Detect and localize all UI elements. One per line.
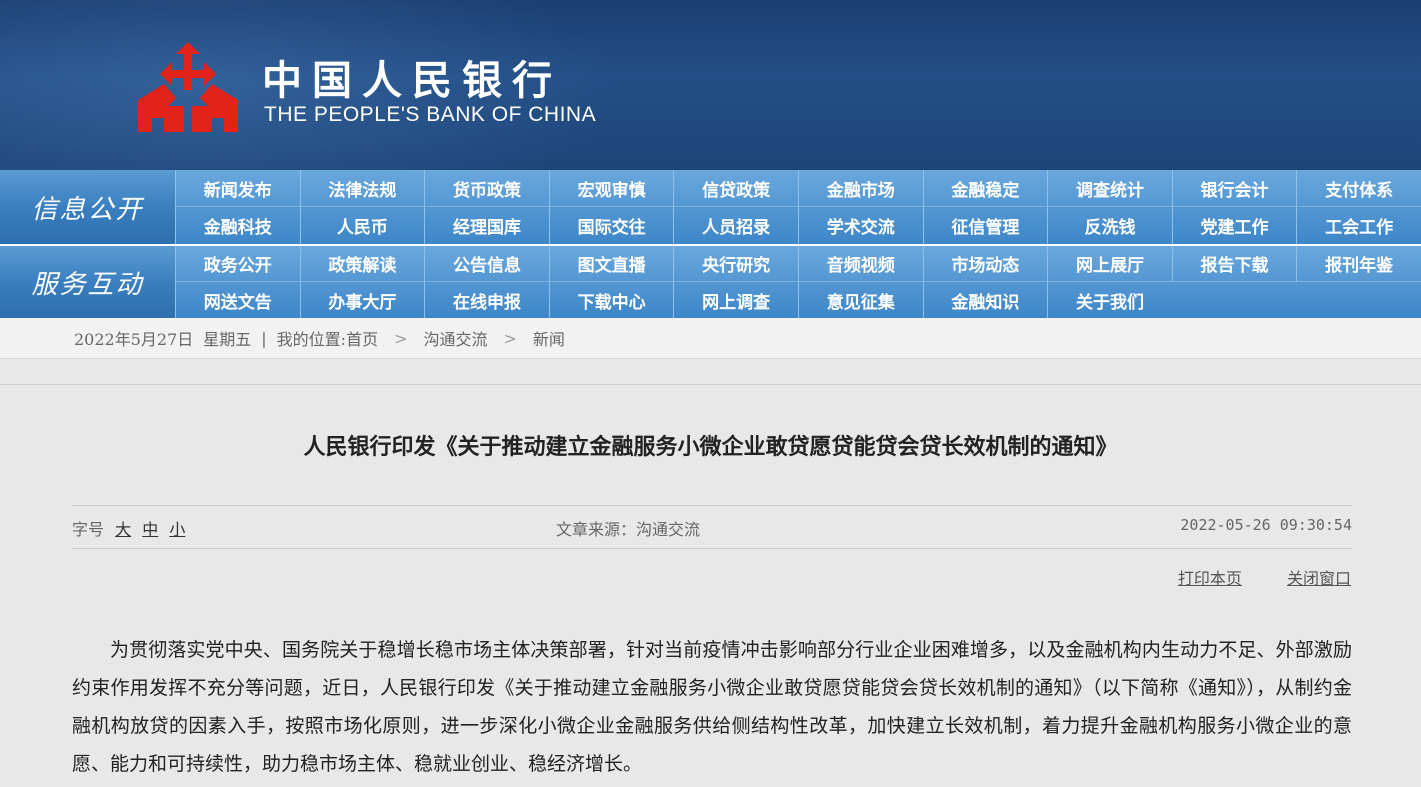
nav-item[interactable]: 网上展厅 bbox=[1047, 246, 1172, 282]
chevron-right-icon: > bbox=[394, 328, 408, 348]
nav-item[interactable]: 金融市场 bbox=[797, 170, 923, 207]
breadcrumb-link-news[interactable]: 新闻 bbox=[533, 326, 565, 350]
nav-item[interactable]: 支付体系 bbox=[1296, 170, 1421, 207]
nav-item[interactable]: 银行会计 bbox=[1171, 170, 1297, 207]
font-size-medium-link[interactable]: 中 bbox=[142, 520, 158, 539]
nav-item[interactable]: 政策解读 bbox=[299, 246, 425, 282]
nav-item[interactable]: 在线申报 bbox=[424, 282, 549, 318]
article-tools: 打印本页 关闭窗口 bbox=[1138, 565, 1351, 589]
breadcrumb-divider: | bbox=[261, 328, 267, 348]
breadcrumb: 2022年5月27日 星期五 | 我的位置:首页 > 沟通交流 > 新闻 bbox=[74, 318, 565, 358]
breadcrumb-link-communication[interactable]: 沟通交流 bbox=[423, 326, 487, 350]
nav-row: 网送文告 办事大厅 在线申报 下载中心 网上调查 意见征集 金融知识 关于我们 bbox=[175, 282, 1421, 318]
nav-item[interactable]: 工会工作 bbox=[1296, 207, 1421, 244]
article-datetime: 2022-05-26 09:30:54 bbox=[1180, 516, 1352, 534]
article-container: 人民银行印发《关于推动建立金融服务小微企业敢贷愿贷能贷会贷长效机制的通知》 字号… bbox=[0, 384, 1421, 787]
print-page-link[interactable]: 打印本页 bbox=[1178, 569, 1242, 588]
nav-grid-service: 政务公开 政策解读 公告信息 图文直播 央行研究 音频视频 市场动态 网上展厅 报告下载 报刊年鉴… bbox=[175, 246, 1421, 318]
nav-item[interactable]: 金融知识 bbox=[922, 282, 1048, 318]
font-size-small-link[interactable]: 小 bbox=[169, 520, 185, 539]
nav-item[interactable]: 公告信息 bbox=[424, 246, 549, 282]
current-date: 2022年5月27日 bbox=[74, 330, 194, 349]
chevron-right-icon: > bbox=[503, 328, 517, 348]
breadcrumb-home-link[interactable]: 我的位置:首页 bbox=[277, 326, 378, 350]
nav-info-disclosure: 信息公开 新闻发布 法律法规 货币政策 宏观审慎 信贷政策 金融市场 金融稳定 调查统计 银行会… bbox=[0, 170, 1421, 244]
nav-item[interactable]: 金融稳定 bbox=[922, 170, 1048, 207]
nav-item[interactable]: 意见征集 bbox=[797, 282, 923, 318]
logo-english-name: THE PEOPLE'S BANK OF CHINA bbox=[264, 103, 597, 126]
nav-item[interactable]: 图文直播 bbox=[548, 246, 674, 282]
nav-item[interactable]: 音频视频 bbox=[797, 246, 923, 282]
nav-item[interactable]: 网送文告 bbox=[175, 282, 300, 318]
nav-service-interaction: 服务互动 政务公开 政策解读 公告信息 图文直播 央行研究 音频视频 市场动态 网上展厅 报告下… bbox=[0, 244, 1421, 318]
nav-item[interactable]: 征信管理 bbox=[922, 207, 1048, 244]
article-meta-bar: 字号 大 中 小 文章来源：沟通交流 2022-05-26 09:30:54 bbox=[72, 505, 1352, 549]
nav-item[interactable]: 经理国库 bbox=[424, 207, 549, 244]
nav-item[interactable]: 学术交流 bbox=[797, 207, 923, 244]
nav-item[interactable]: 信贷政策 bbox=[673, 170, 798, 207]
nav-item[interactable]: 金融科技 bbox=[175, 207, 300, 244]
logo-chinese-name: 中国人民银行 bbox=[262, 58, 562, 104]
nav-item[interactable]: 宏观审慎 bbox=[548, 170, 674, 207]
font-size-large-link[interactable]: 大 bbox=[115, 520, 131, 539]
nav-item[interactable]: 报告下载 bbox=[1171, 246, 1297, 282]
article-title: 人民银行印发《关于推动建立金融服务小微企业敢贷愿贷能贷会贷长效机制的通知》 bbox=[303, 434, 1118, 460]
nav-section-label-info: 信息公开 bbox=[0, 170, 175, 244]
nav-row: 金融科技 人民币 经理国库 国际交往 人员招录 学术交流 征信管理 反洗钱 党建工作 工会工作 bbox=[175, 207, 1421, 244]
nav-row: 政务公开 政策解读 公告信息 图文直播 央行研究 音频视频 市场动态 网上展厅 报告下载 报刊年鉴 bbox=[175, 246, 1421, 282]
nav-item[interactable]: 央行研究 bbox=[673, 246, 798, 282]
font-size-controls: 字号 大 中 小 bbox=[72, 516, 185, 540]
nav-item[interactable]: 市场动态 bbox=[922, 246, 1048, 282]
nav-grid-info: 新闻发布 法律法规 货币政策 宏观审慎 信贷政策 金融市场 金融稳定 调查统计 银行会计 支付体系… bbox=[175, 170, 1421, 244]
nav-item[interactable]: 党建工作 bbox=[1171, 207, 1297, 244]
breadcrumb-bar: 2022年5月27日 星期五 | 我的位置:首页 > 沟通交流 > 新闻 bbox=[0, 318, 1421, 359]
current-weekday: 星期五 bbox=[203, 330, 252, 349]
nav-item[interactable]: 关于我们 bbox=[1047, 282, 1172, 318]
nav-item[interactable]: 调查统计 bbox=[1047, 170, 1172, 207]
site-header: 中国人民银行 THE PEOPLE'S BANK OF CHINA bbox=[0, 0, 1421, 170]
nav-row: 新闻发布 法律法规 货币政策 宏观审慎 信贷政策 金融市场 金融稳定 调查统计 银行会计 支付体系 bbox=[175, 170, 1421, 207]
nav-item[interactable]: 政务公开 bbox=[175, 246, 300, 282]
article-source: 文章来源：沟通交流 bbox=[556, 520, 701, 539]
font-size-label: 字号 bbox=[72, 520, 105, 539]
nav-item[interactable]: 国际交往 bbox=[548, 207, 674, 244]
nav-item[interactable]: 办事大厅 bbox=[299, 282, 425, 318]
nav-item[interactable]: 网上调查 bbox=[673, 282, 798, 318]
nav-item[interactable]: 下载中心 bbox=[548, 282, 674, 318]
pboc-logo-icon[interactable] bbox=[134, 40, 242, 136]
nav-item[interactable]: 人民币 bbox=[299, 207, 425, 244]
article-paragraph: 为贯彻落实党中央、国务院关于稳增长稳市场主体决策部署，针对当前疫情冲击影响部分行… bbox=[72, 639, 1352, 775]
nav-item[interactable]: 人员招录 bbox=[673, 207, 798, 244]
nav-item[interactable]: 法律法规 bbox=[299, 170, 425, 207]
close-window-link[interactable]: 关闭窗口 bbox=[1287, 569, 1351, 588]
nav-item[interactable]: 货币政策 bbox=[424, 170, 549, 207]
nav-item[interactable]: 报刊年鉴 bbox=[1296, 246, 1421, 282]
nav-section-label-service: 服务互动 bbox=[0, 246, 175, 318]
nav-item[interactable]: 反洗钱 bbox=[1047, 207, 1172, 244]
nav-item[interactable]: 新闻发布 bbox=[175, 170, 300, 207]
